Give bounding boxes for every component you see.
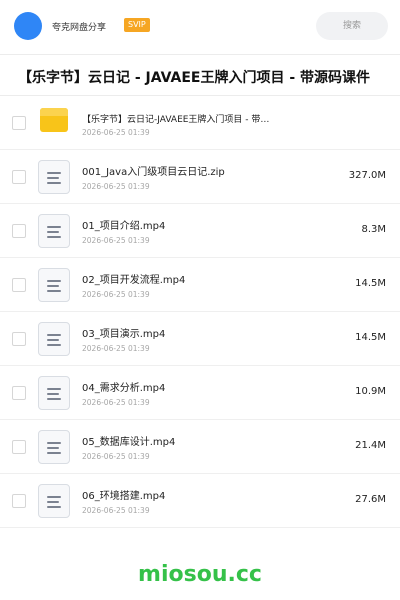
file-size: 21.4M	[355, 440, 386, 451]
row-checkbox[interactable]	[12, 386, 26, 400]
document-icon	[38, 430, 70, 464]
file-size: 14.5M	[355, 332, 386, 343]
file-size: 27.6M	[355, 494, 386, 505]
file-list: 【乐字节】云日记-JAVAEE王牌入门项目 - 带… 2026-06-25 01…	[0, 96, 400, 548]
file-name: 03_项目演示.mp4	[82, 329, 166, 340]
file-date: 2026-06-25 01:39	[82, 452, 150, 461]
file-size: 10.9M	[355, 386, 386, 397]
document-icon	[38, 268, 70, 302]
file-row[interactable]: 【乐字节】云日记-JAVAEE王牌入门项目 - 带… 2026-06-25 01…	[0, 96, 400, 150]
file-size: 327.0M	[348, 170, 386, 181]
document-icon	[38, 376, 70, 410]
file-name: 01_项目介绍.mp4	[82, 221, 166, 232]
footer: miosou.cc	[0, 548, 400, 600]
file-row[interactable]: 03_项目演示.mp4 2026-06-25 01:39 14.5M	[0, 312, 400, 366]
file-size: 8.3M	[361, 224, 386, 235]
search-input[interactable]: 搜索	[316, 12, 388, 40]
row-checkbox[interactable]	[12, 116, 26, 130]
row-checkbox[interactable]	[12, 440, 26, 454]
file-row[interactable]: 04_需求分析.mp4 2026-06-25 01:39 10.9M	[0, 366, 400, 420]
row-checkbox[interactable]	[12, 278, 26, 292]
file-date: 2026-06-25 01:39	[82, 236, 150, 245]
document-icon	[38, 484, 70, 518]
file-date: 2026-06-25 01:39	[82, 128, 150, 137]
file-size: 14.5M	[355, 278, 386, 289]
row-checkbox[interactable]	[12, 494, 26, 508]
row-checkbox[interactable]	[12, 332, 26, 346]
document-icon	[38, 160, 70, 194]
user-name: 夸克网盘分享	[52, 23, 107, 33]
watermark: miosou.cc	[138, 562, 262, 587]
file-date: 2026-06-25 01:39	[82, 182, 150, 191]
file-name: 06_环境搭建.mp4	[82, 491, 166, 502]
title-bar: 【乐字节】云日记 - JAVAEE王牌入门项目 - 带源码课件	[0, 54, 400, 96]
file-date: 2026-06-25 01:39	[82, 398, 150, 407]
file-name: 05_数据库设计.mp4	[82, 437, 176, 448]
folder-icon	[40, 108, 68, 132]
file-row[interactable]: 05_数据库设计.mp4 2026-06-25 01:39 21.4M	[0, 420, 400, 474]
document-icon	[38, 322, 70, 356]
file-row[interactable]: 01_项目介绍.mp4 2026-06-25 01:39 8.3M	[0, 204, 400, 258]
file-name: 02_项目开发流程.mp4	[82, 275, 186, 286]
file-name: 001_Java入门级项目云日记.zip	[82, 167, 225, 178]
file-row[interactable]: 06_环境搭建.mp4 2026-06-25 01:39 27.6M	[0, 474, 400, 528]
page-title: 【乐字节】云日记 - JAVAEE王牌入门项目 - 带源码课件	[18, 70, 371, 86]
file-row[interactable]: 001_Java入门级项目云日记.zip 2026-06-25 01:39 32…	[0, 150, 400, 204]
file-date: 2026-06-25 01:39	[82, 344, 150, 353]
avatar[interactable]	[14, 12, 42, 40]
file-name: 【乐字节】云日记-JAVAEE王牌入门项目 - 带…	[82, 115, 270, 125]
file-date: 2026-06-25 01:39	[82, 290, 150, 299]
app-header: 夸克网盘分享 SVIP 搜索	[0, 0, 400, 54]
file-name: 04_需求分析.mp4	[82, 383, 166, 394]
file-row[interactable]: 02_项目开发流程.mp4 2026-06-25 01:39 14.5M	[0, 258, 400, 312]
file-date: 2026-06-25 01:39	[82, 506, 150, 515]
document-icon	[38, 214, 70, 248]
row-checkbox[interactable]	[12, 224, 26, 238]
svip-badge: SVIP	[124, 18, 150, 32]
row-checkbox[interactable]	[12, 170, 26, 184]
